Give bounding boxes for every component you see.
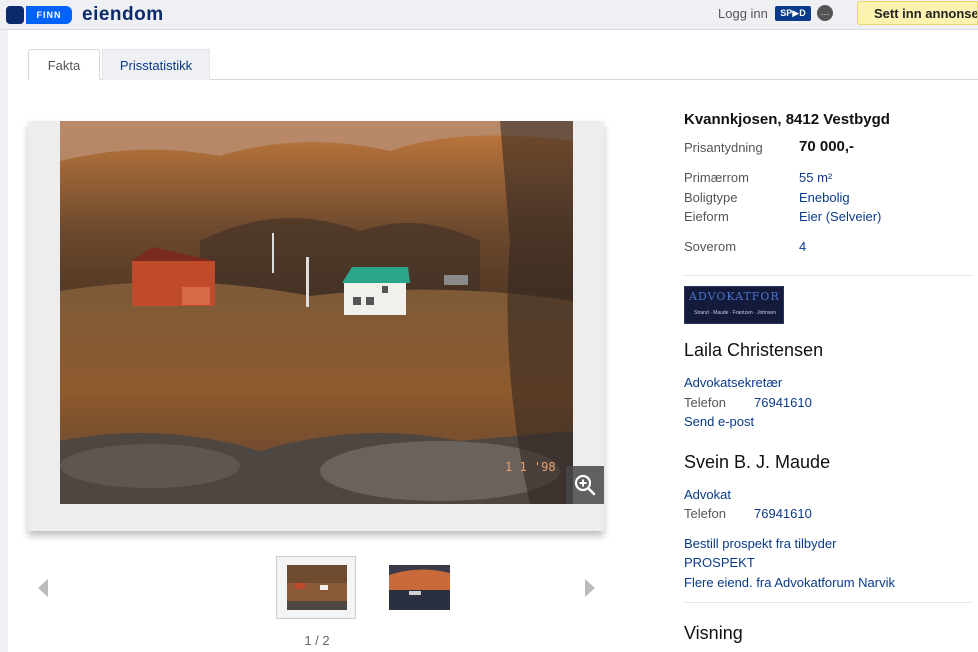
phone-label: Telefon	[684, 395, 726, 410]
logo-section-name: eiendom	[82, 4, 164, 25]
fact-label-primaerrom: Primærrom	[684, 170, 749, 185]
finn-eiendom-logo[interactable]: FINN eiendom	[6, 4, 164, 26]
spid-icon[interactable]: SP▶D	[775, 6, 811, 21]
left-edge	[0, 30, 8, 652]
prospectus-link[interactable]: PROSPEKT	[684, 555, 755, 570]
logo-finn: FINN	[26, 6, 72, 24]
previous-arrow-icon[interactable]	[38, 579, 48, 597]
contact-name: Svein B. J. Maude	[684, 452, 831, 472]
fact-label-eieform: Eieform	[684, 209, 729, 224]
logo-square-icon	[6, 6, 24, 24]
phone-number[interactable]: 76941610	[754, 506, 812, 521]
contact-role: Advokatsekretær	[684, 375, 783, 390]
photo-date-stamp: 1 1 '98	[505, 460, 556, 474]
bedrooms-value: 4	[799, 239, 807, 254]
divider	[684, 275, 972, 276]
zoom-button[interactable]	[566, 466, 604, 504]
tab-bar: Fakta Prisstatistikk	[28, 49, 978, 80]
agency-logo-subtext: Strand · Maude · Frantzen · Johnsen	[694, 310, 776, 316]
more-listings-link[interactable]: Flere eiend. fra Advokatforum Narvik	[684, 575, 895, 590]
bedrooms-label: Soverom	[684, 239, 737, 254]
top-bar: FINN eiendom Logg inn SP▶D … Sett inn an…	[0, 0, 978, 30]
listing-photo[interactable]: 1 1 '98	[60, 121, 573, 504]
login-link[interactable]: Logg inn	[718, 6, 768, 21]
divider	[684, 602, 972, 603]
fact-value-primaerrom: 55 m²	[799, 170, 833, 185]
zoom-in-icon	[574, 474, 596, 496]
price-value: 70 000,-	[799, 138, 855, 155]
listing-address: Kvannkjosen, 8412 Vestbygd	[684, 111, 890, 128]
tab-fakta[interactable]: Fakta	[28, 49, 100, 80]
thumbnail-1[interactable]	[276, 556, 356, 619]
gallery-pager: 1 / 2	[304, 633, 330, 648]
agency-logo[interactable]: ADVOKATFORUM Strand · Maude · Frantzen ·…	[684, 286, 784, 324]
agency-logo-text: ADVOKATFORUM	[689, 290, 781, 303]
post-ad-button[interactable]: Sett inn annonse	[857, 1, 978, 25]
price-label: Prisantydning	[684, 140, 763, 155]
visning-heading: Visning	[684, 623, 743, 643]
phone-number[interactable]: 76941610	[754, 395, 812, 410]
send-email-link[interactable]: Send e-post	[684, 414, 754, 429]
fact-label-boligtype: Boligtype	[684, 190, 738, 205]
order-prospectus-link[interactable]: Bestill prospekt fra tilbyder	[684, 536, 836, 551]
photo-viewer: 1 1 '98	[28, 121, 604, 531]
next-arrow-icon[interactable]	[585, 579, 595, 597]
contact-name: Laila Christensen	[684, 340, 824, 360]
phone-label: Telefon	[684, 506, 726, 521]
fact-value-boligtype: Enebolig	[799, 190, 850, 205]
contact-role: Advokat	[684, 487, 731, 502]
tab-prisstatistikk[interactable]: Prisstatistikk	[102, 49, 210, 80]
thumbnail-2[interactable]	[389, 565, 450, 610]
fact-value-eieform: Eier (Selveier)	[799, 209, 882, 224]
chat-bubble-icon[interactable]: …	[817, 5, 833, 21]
